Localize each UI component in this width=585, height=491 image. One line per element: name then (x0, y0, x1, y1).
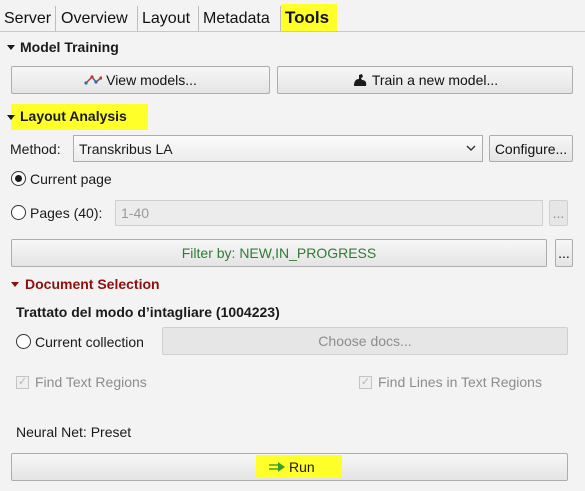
document-selection-title: Document Selection (25, 276, 160, 292)
find-lines-checkbox[interactable]: ✓ (359, 376, 372, 389)
method-value: Transkribus LA (79, 140, 173, 157)
pages-range-input[interactable]: 1-40 (115, 200, 543, 226)
document-name: Trattato del modo d’intagliare (1004223) (16, 304, 280, 320)
collapse-triangle-icon[interactable] (11, 282, 19, 287)
run-button-content: Run (268, 459, 315, 475)
run-label: Run (289, 459, 315, 475)
method-label: Method: (10, 141, 61, 157)
find-text-regions-label: Find Text Regions (35, 374, 147, 390)
pages-label: Pages (40): (30, 205, 103, 221)
tab-metadata[interactable]: Metadata (199, 6, 281, 31)
filter-button[interactable]: Filter by: NEW,IN_PROGRESS (11, 239, 547, 267)
current-page-radio[interactable] (11, 171, 26, 186)
models-icon (84, 73, 103, 87)
configure-button[interactable]: Configure... (489, 135, 573, 162)
pages-radio[interactable] (11, 205, 26, 220)
collapse-triangle-icon[interactable] (7, 45, 15, 50)
model-training-title: Model Training (20, 39, 119, 55)
train-model-label: Train a new model... (371, 72, 499, 88)
tab-server[interactable]: Server (0, 6, 56, 31)
muscle-icon (352, 72, 368, 88)
tab-overview[interactable]: Overview (57, 6, 138, 31)
tab-tools[interactable]: Tools (281, 4, 337, 32)
view-models-button[interactable]: View models... (11, 66, 270, 94)
find-text-regions-checkbox[interactable]: ✓ (16, 376, 29, 389)
method-select[interactable]: Transkribus LA (73, 135, 483, 162)
neural-net-label: Neural Net: Preset (16, 424, 132, 440)
arrow-right-icon (268, 461, 286, 473)
layout-analysis-title: Layout Analysis (20, 108, 127, 124)
find-lines-label: Find Lines in Text Regions (378, 374, 542, 390)
collapse-triangle-icon[interactable] (7, 115, 15, 120)
choose-docs-button[interactable]: Choose docs... (162, 327, 568, 355)
tab-divider (0, 31, 585, 32)
view-models-label: View models... (106, 72, 197, 88)
pages-more-button[interactable]: ... (549, 200, 568, 226)
train-model-button[interactable]: Train a new model... (277, 66, 573, 94)
filter-more-button[interactable]: ... (555, 239, 573, 267)
chevron-down-icon (465, 141, 477, 158)
current-collection-label: Current collection (35, 334, 144, 350)
current-collection-radio[interactable] (16, 334, 31, 349)
current-page-label: Current page (30, 171, 112, 187)
tab-layout[interactable]: Layout (138, 6, 199, 31)
